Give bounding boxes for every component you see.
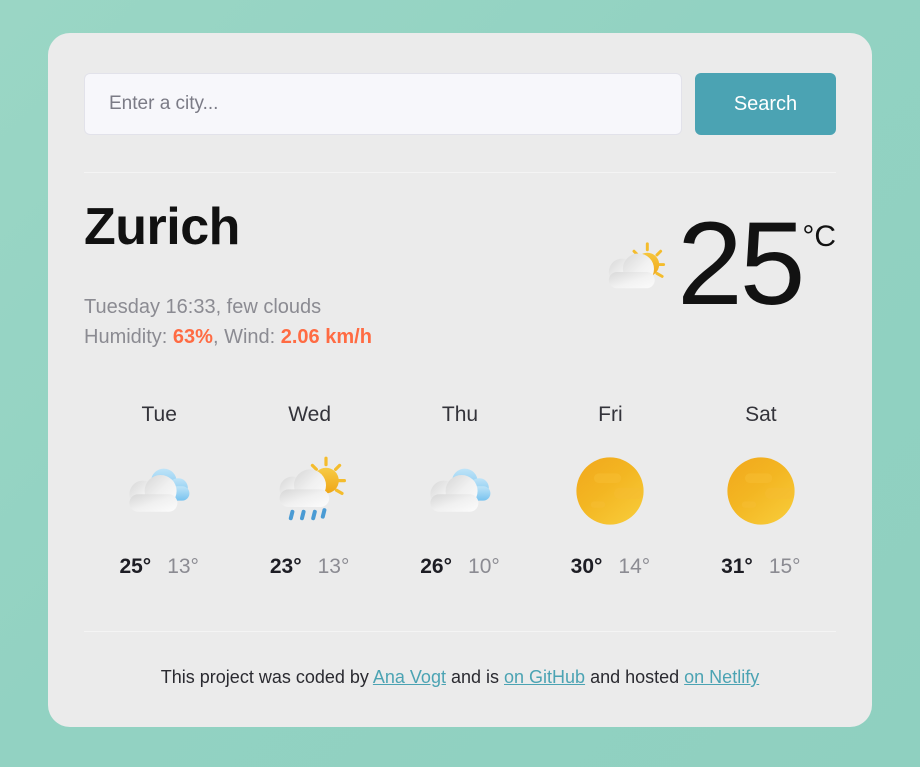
forecast-icon-wrap [84,449,234,533]
forecast-icon-wrap [535,449,685,533]
humidity-label: Humidity: [84,326,173,348]
clear-sun-icon [576,457,645,525]
broken-clouds-icon [430,468,491,512]
forecast-temp-min: 15° [768,555,801,578]
temperature-unit: °C [802,220,836,253]
divider-bottom [84,631,836,632]
forecast-dayname: Fri [598,403,623,426]
forecast-temp-max: 25° [119,555,152,578]
divider-top [84,172,836,173]
wind-value: 2.06 km/h [280,326,372,348]
forecast-day-sat: Sat 31° 15° [686,403,836,579]
meta-separator: , [212,326,225,348]
footer-text-3: and hosted [585,667,685,687]
forecast-dayname: Sat [745,403,777,426]
forecast-temps: 25° 13° [84,555,234,579]
link-github[interactable]: on GitHub [504,667,585,687]
city-name: Zurich [84,198,240,256]
weather-app-root: Search Zurich Tuesday 16:33, few clouds … [0,0,920,767]
forecast-temps: 31° 15° [686,555,836,579]
wind-label: Wind: [224,326,281,348]
forecast-temp-max: 26° [420,555,453,578]
footer-text-2: and is [445,667,505,687]
broken-clouds-icon [129,468,190,512]
forecast-temp-max: 23° [269,555,302,578]
sun-cloud-rain-icon [279,456,346,521]
search-input[interactable] [84,73,682,135]
forecast-day-thu: Thu 26° 10° [385,403,535,579]
current-temperature-block: 25 °C [597,198,836,330]
forecast-temps: 23° 13° [234,555,384,579]
sun-behind-cloud-icon [608,242,666,289]
forecast-icon-wrap [385,449,535,533]
forecast-temp-max: 30° [570,555,603,578]
weather-card: Search Zurich Tuesday 16:33, few clouds … [48,33,872,727]
link-author[interactable]: Ana Vogt [373,667,446,687]
forecast-temp-min: 13° [317,555,350,578]
forecast-temps: 30° 14° [535,555,685,579]
forecast-dayname: Wed [288,403,332,426]
forecast-dayname: Thu [441,403,479,426]
search-button[interactable]: Search [695,73,836,135]
forecast-temp-max: 31° [721,555,753,578]
current-weather-section: Zurich Tuesday 16:33, few clouds Humidit… [84,200,836,390]
link-netlify[interactable]: on Netlify [684,667,759,687]
forecast-temp-min: 13° [167,555,199,578]
forecast-icon-wrap [234,449,384,533]
forecast-dayname: Tue [141,403,177,426]
forecast-row: Tue 25° 13° Wed 23° 13° Thu 26° 10° Fri … [84,403,836,579]
clear-sun-icon [727,457,795,525]
forecast-temp-min: 14° [618,555,651,578]
datetime-condition: Tuesday 16:33, few clouds [84,296,322,318]
footer-text-1: This project was coded by [160,667,373,687]
forecast-day-fri: Fri 30° 14° [535,403,685,579]
forecast-icon-wrap [686,449,836,533]
forecast-day-tue: Tue 25° 13° [84,403,234,579]
forecast-temp-min: 10° [468,555,500,578]
search-form: Search [84,73,836,135]
current-temperature: 25 [677,198,805,330]
humidity-wind-line: Humidity: 63%, Wind: 2.06 km/h [84,322,372,352]
forecast-temps: 26° 10° [385,555,535,579]
humidity-value: 63% [172,326,213,348]
footer-credits: This project was coded by Ana Vogt and i… [84,667,836,688]
forecast-day-wed: Wed 23° 13° [234,403,384,579]
